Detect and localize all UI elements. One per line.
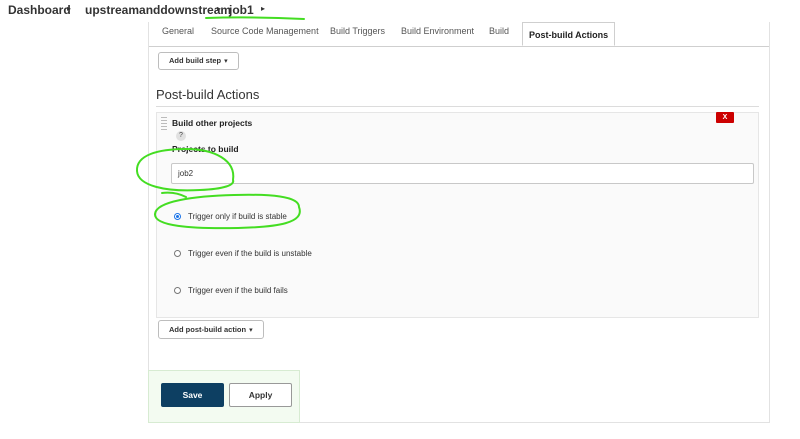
- action-title: Build other projects: [172, 118, 253, 128]
- add-build-step-label: Add build step: [169, 56, 222, 65]
- add-post-build-action-label: Add post-build action: [169, 325, 247, 334]
- delete-action-button[interactable]: X: [716, 112, 734, 123]
- radio-checked-icon[interactable]: [174, 213, 181, 220]
- radio-option-unstable[interactable]: Trigger even if the build is unstable: [174, 249, 312, 258]
- help-icon[interactable]: ?: [176, 131, 186, 141]
- radio-label-stable: Trigger only if build is stable: [188, 212, 287, 221]
- projects-to-build-label: Projects to build: [172, 144, 239, 154]
- radio-option-fails[interactable]: Trigger even if the build fails: [174, 286, 288, 295]
- tab-source-code-management[interactable]: Source Code Management: [211, 26, 319, 36]
- breadcrumb-upstreamanddownstream[interactable]: upstreamanddownstream: [85, 3, 231, 17]
- chevron-down-icon: ▾: [249, 327, 253, 334]
- radio-unchecked-icon[interactable]: [174, 250, 181, 257]
- radio-label-unstable: Trigger even if the build is unstable: [188, 249, 312, 258]
- projects-to-build-input[interactable]: job2: [171, 163, 754, 184]
- add-build-step-button[interactable]: Add build step ▾: [158, 52, 239, 70]
- tab-bar: General Source Code Management Build Tri…: [149, 22, 769, 47]
- radio-unchecked-icon[interactable]: [174, 287, 181, 294]
- tab-build-environment[interactable]: Build Environment: [401, 26, 474, 36]
- tab-build-triggers[interactable]: Build Triggers: [330, 26, 385, 36]
- breadcrumb-job1[interactable]: job1: [229, 3, 254, 17]
- tab-build[interactable]: Build: [489, 26, 509, 36]
- radio-label-fails: Trigger even if the build fails: [188, 286, 288, 295]
- tab-post-build-actions[interactable]: Post-build Actions: [522, 22, 616, 46]
- breadcrumb: Dashboard ▸ upstreamanddownstream ▸ job1…: [0, 0, 800, 22]
- radio-option-stable[interactable]: Trigger only if build is stable: [174, 212, 287, 221]
- section-title: Post-build Actions: [156, 87, 260, 102]
- apply-button[interactable]: Apply: [229, 383, 292, 407]
- tab-general[interactable]: General: [162, 26, 194, 36]
- breadcrumb-separator-icon[interactable]: ▸: [67, 4, 71, 13]
- breadcrumb-separator-icon[interactable]: ▸: [217, 4, 221, 13]
- chevron-down-icon: ▾: [224, 58, 228, 65]
- add-post-build-action-button[interactable]: Add post-build action ▾: [158, 320, 264, 339]
- breadcrumb-dashboard[interactable]: Dashboard: [8, 3, 71, 17]
- save-button[interactable]: Save: [161, 383, 224, 407]
- section-divider: [156, 106, 759, 107]
- breadcrumb-separator-icon[interactable]: ▸: [261, 4, 265, 13]
- drag-handle-icon[interactable]: [161, 117, 167, 131]
